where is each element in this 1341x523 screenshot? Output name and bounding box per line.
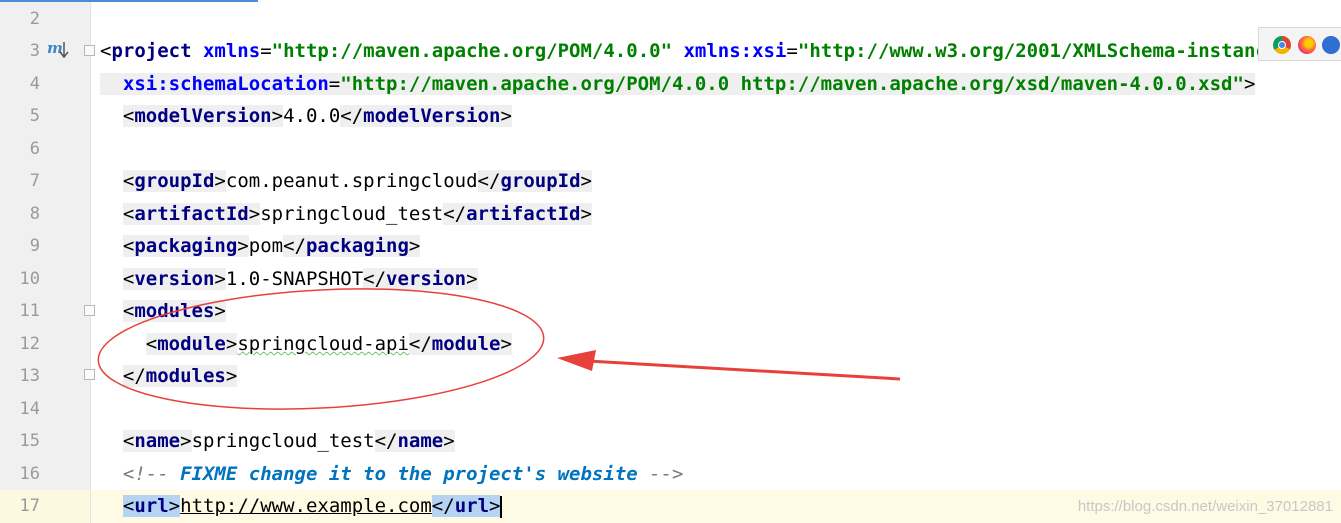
code-line-17[interactable]: <url>http://www.example.com</url> bbox=[100, 490, 503, 522]
tag-text: com.peanut.springcloud bbox=[225, 170, 478, 192]
line-number: 8 bbox=[29, 204, 40, 224]
tag-name: packaging bbox=[305, 235, 409, 257]
comment-keyword: FIXME bbox=[180, 463, 238, 485]
code-line-4[interactable]: xsi:schemaLocation="http://maven.apache.… bbox=[100, 68, 1256, 100]
tag-name: name bbox=[397, 430, 444, 452]
line-number: 14 bbox=[19, 399, 40, 419]
code-line-11[interactable]: <modules> bbox=[100, 295, 226, 327]
equals: = bbox=[328, 73, 341, 95]
browser-preview-bar bbox=[1258, 27, 1341, 61]
code-line-7[interactable]: <groupId>com.peanut.springcloud</groupId… bbox=[100, 165, 592, 197]
tag-text: springcloud_test bbox=[191, 430, 375, 452]
comment-open: <!-- bbox=[122, 463, 169, 485]
annotation-arrowhead bbox=[557, 350, 596, 371]
tag-name: groupId bbox=[134, 170, 215, 192]
code-line-3[interactable]: <project xmlns="http://maven.apache.org/… bbox=[100, 35, 1290, 67]
tag-name: modelVersion bbox=[363, 105, 501, 127]
line-number: 4 bbox=[29, 74, 40, 94]
tag-text: 4.0.0 bbox=[283, 105, 341, 127]
code-line-8[interactable]: <artifactId>springcloud_test</artifactId… bbox=[100, 198, 592, 230]
bracket: < bbox=[100, 40, 112, 62]
tag-name: artifactId bbox=[466, 203, 581, 225]
tag-name: url bbox=[454, 495, 490, 517]
line-number: 15 bbox=[19, 431, 40, 451]
line-number: 7 bbox=[29, 171, 40, 191]
attr-name: xmlns:xsi bbox=[683, 40, 787, 62]
browser-icon[interactable] bbox=[1322, 36, 1340, 54]
line-number: 2 bbox=[29, 9, 40, 29]
line-number: 5 bbox=[29, 106, 40, 126]
fold-marker-icon[interactable] bbox=[84, 305, 95, 316]
line-number: 11 bbox=[19, 301, 40, 321]
tag-name: modules bbox=[134, 300, 215, 322]
line-number: 3 bbox=[29, 41, 40, 61]
tag-name: modules bbox=[145, 365, 226, 387]
tag-name: url bbox=[134, 495, 169, 517]
line-number: 17 bbox=[19, 496, 40, 516]
comment-text: change it to the project's website bbox=[248, 463, 638, 485]
tag-text: springcloud_test bbox=[260, 203, 444, 225]
code-line-13[interactable]: </modules> bbox=[100, 360, 238, 392]
line-number: 12 bbox=[19, 334, 40, 354]
fold-marker-icon[interactable] bbox=[84, 369, 95, 380]
tag-name: version bbox=[134, 268, 215, 290]
watermark: https://blog.csdn.net/weixin_37012881 bbox=[1077, 498, 1333, 515]
annotation-arrow bbox=[587, 359, 901, 381]
firefox-icon[interactable] bbox=[1298, 36, 1316, 54]
attr-name: xsi:schemaLocation bbox=[122, 73, 329, 95]
line-number: 9 bbox=[29, 236, 40, 256]
attr-value: "http://www.w3.org/2001/XMLSchema-instan… bbox=[797, 40, 1290, 62]
code-line-16[interactable]: <!-- FIXME change it to the project's we… bbox=[100, 458, 684, 490]
tab-indicator bbox=[0, 0, 258, 2]
bracket: > bbox=[1243, 73, 1256, 95]
tag-name: project bbox=[111, 40, 192, 62]
code-line-9[interactable]: <packaging>pom</packaging> bbox=[100, 230, 421, 262]
line-number: 13 bbox=[19, 366, 40, 386]
code-line-10[interactable]: <version>1.0-SNAPSHOT</version> bbox=[100, 263, 478, 295]
tag-name: name bbox=[134, 430, 181, 452]
tag-name: version bbox=[386, 268, 467, 290]
line-number: 10 bbox=[19, 269, 40, 289]
code-line-15[interactable]: <name>springcloud_test</name> bbox=[100, 425, 455, 457]
text-caret bbox=[500, 495, 503, 518]
tag-name: groupId bbox=[500, 170, 581, 192]
comment-close: --> bbox=[649, 463, 684, 485]
tag-name: packaging bbox=[134, 235, 238, 257]
url-link[interactable]: http://www.example.com bbox=[180, 495, 432, 517]
code-line-5[interactable]: <modelVersion>4.0.0</modelVersion> bbox=[100, 100, 512, 132]
code-line-12[interactable]: <module>springcloud-api</module> bbox=[100, 328, 512, 360]
tag-text: springcloud-api bbox=[237, 333, 409, 355]
fold-marker-icon[interactable] bbox=[84, 45, 95, 56]
chrome-icon[interactable] bbox=[1273, 36, 1291, 54]
tag-name: artifactId bbox=[134, 203, 249, 225]
arrow-down-icon[interactable] bbox=[59, 41, 69, 59]
tag-text: 1.0-SNAPSHOT bbox=[225, 268, 364, 290]
equals: = bbox=[786, 40, 798, 62]
tag-name: module bbox=[157, 333, 226, 355]
attr-value: "http://maven.apache.org/POM/4.0.0" bbox=[271, 40, 673, 62]
line-number: 6 bbox=[29, 139, 40, 159]
tag-text: pom bbox=[248, 235, 284, 257]
equals: = bbox=[260, 40, 272, 62]
attr-name: xmlns bbox=[202, 40, 261, 62]
line-number: 16 bbox=[19, 464, 40, 484]
tag-name: modelVersion bbox=[134, 105, 272, 127]
attr-value: "http://maven.apache.org/POM/4.0.0 http:… bbox=[340, 73, 1244, 95]
tag-name: module bbox=[431, 333, 501, 355]
